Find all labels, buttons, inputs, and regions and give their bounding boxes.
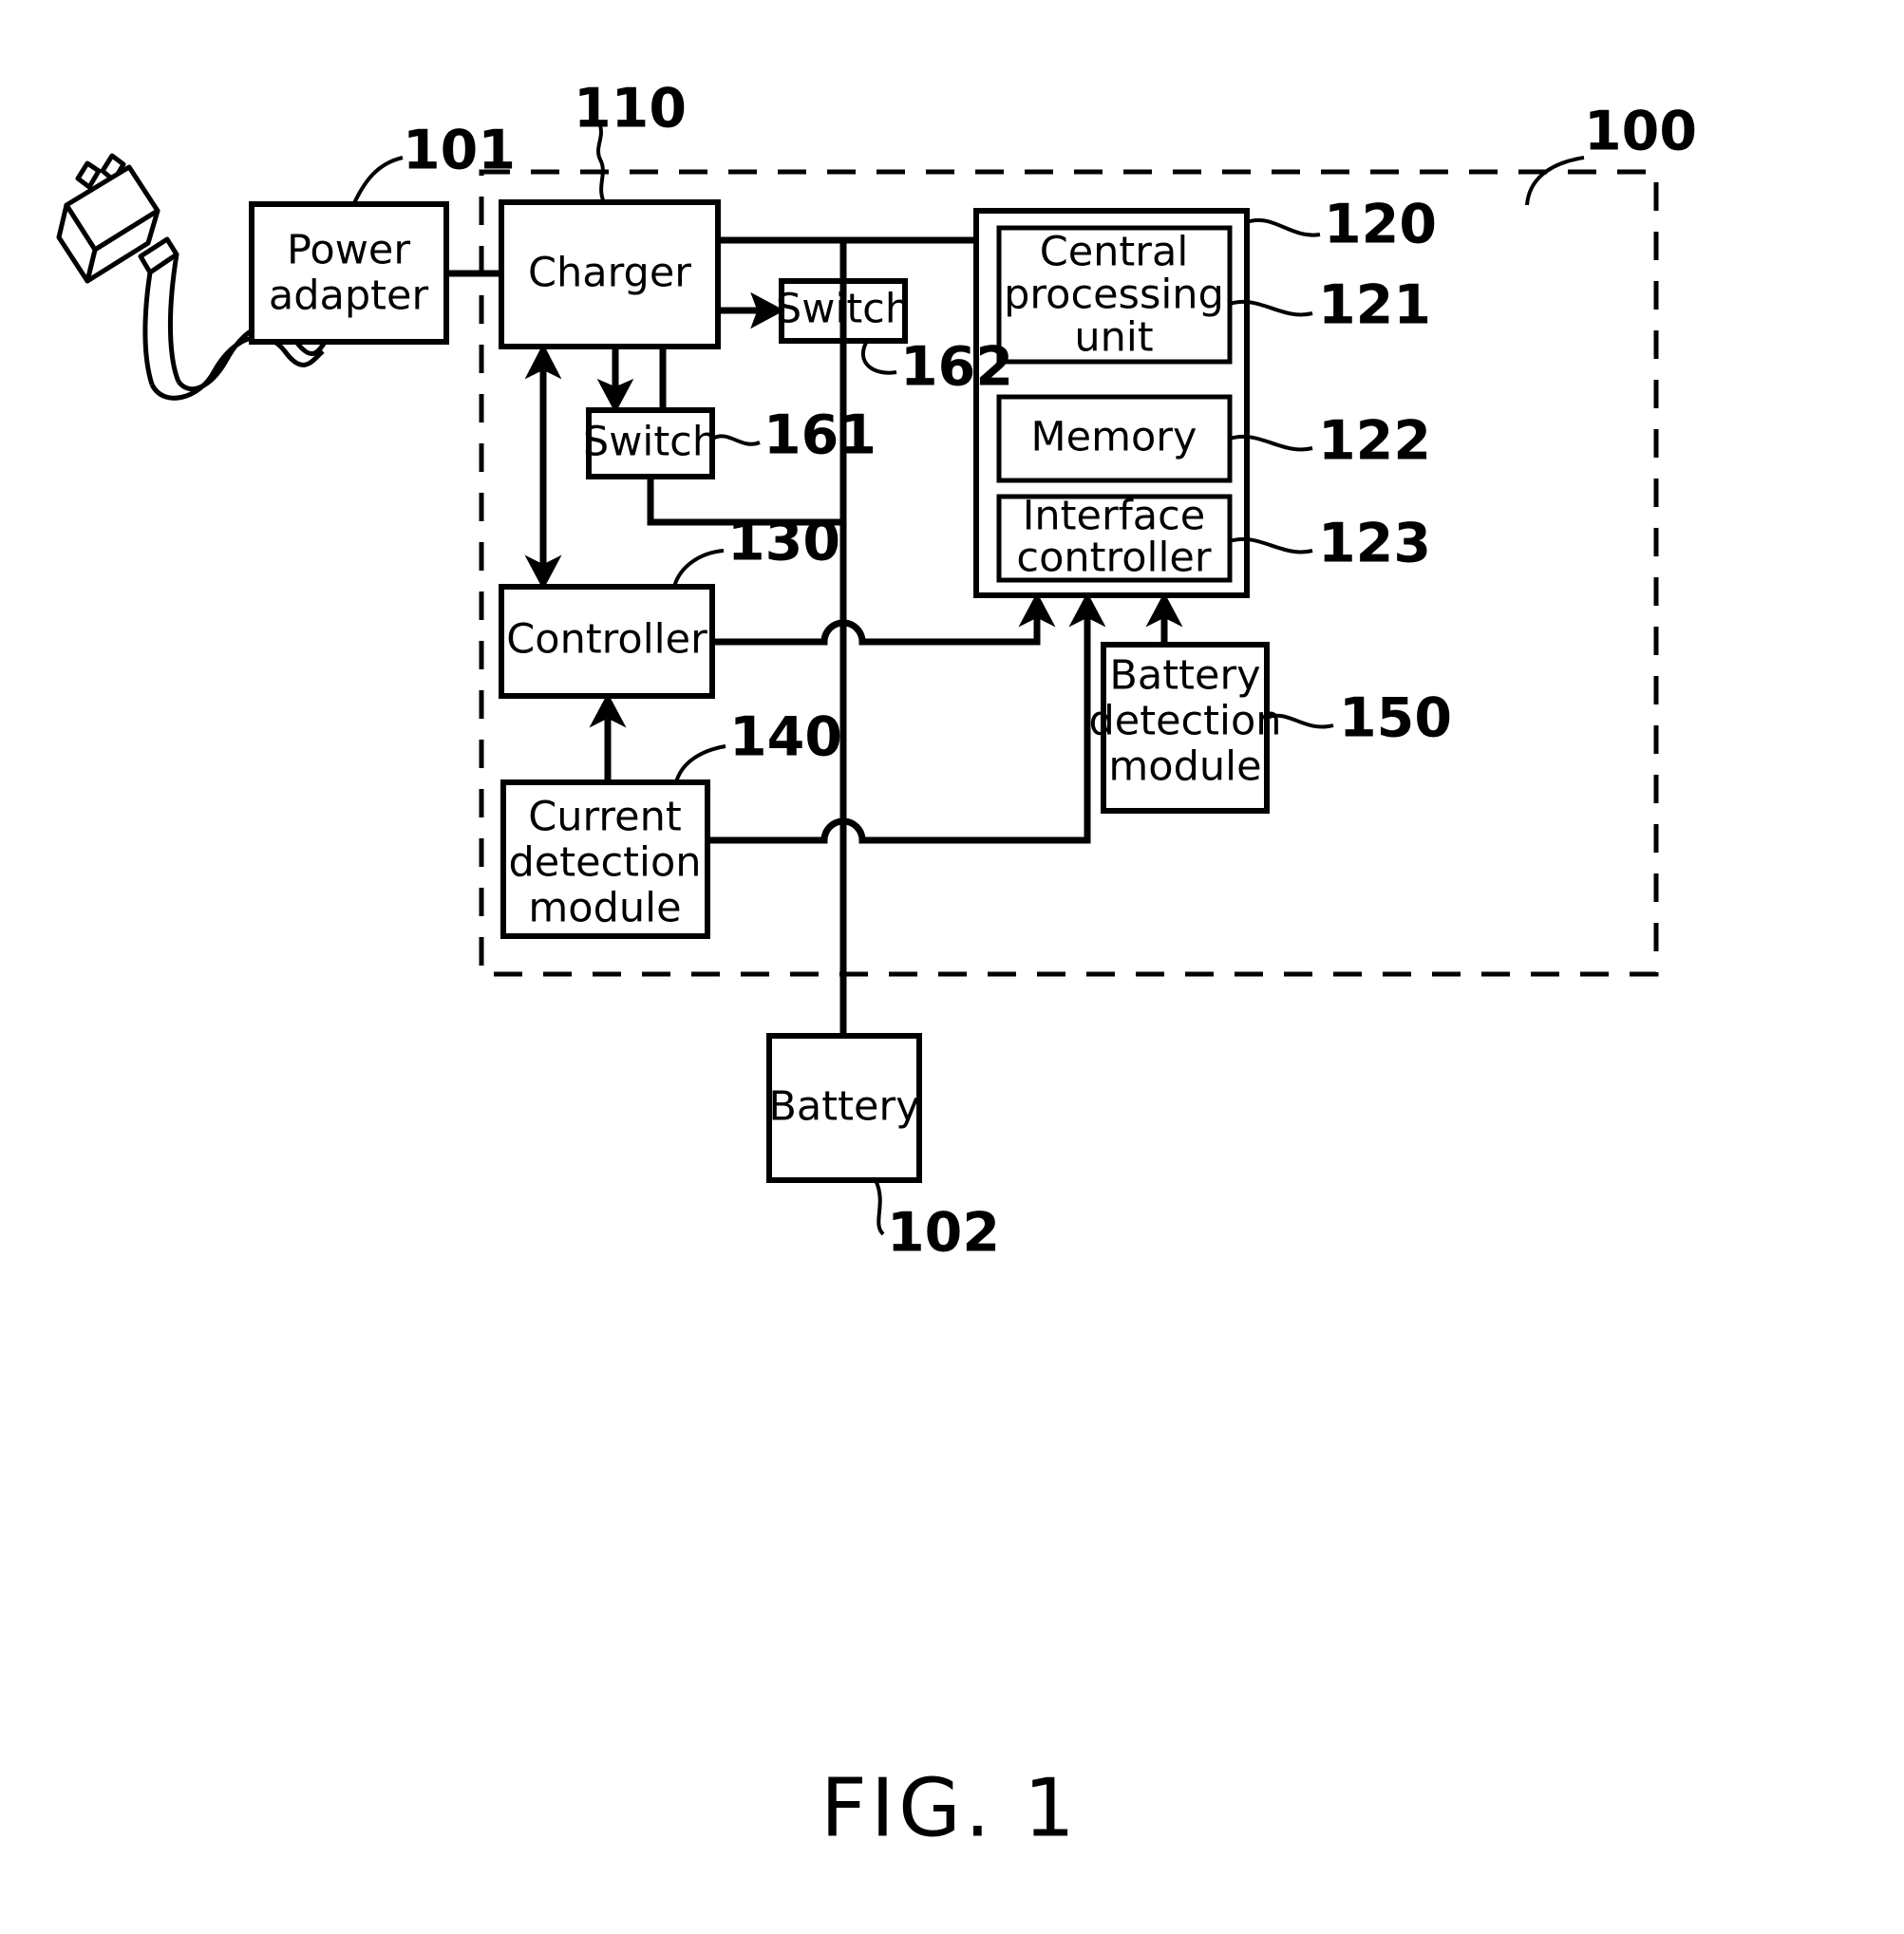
leader-130: [672, 549, 725, 588]
leader-162: [860, 340, 897, 375]
leader-101: [351, 156, 404, 206]
refnum-130: 130: [727, 511, 840, 573]
current-detection-module-label-line2: detection: [508, 839, 701, 887]
power-adapter-label-line1: Power: [287, 227, 410, 274]
refnum-162: 162: [900, 336, 1013, 399]
refnum-102: 102: [887, 1202, 1000, 1265]
refnum-150: 150: [1339, 687, 1452, 750]
refnum-140: 140: [729, 706, 842, 769]
cpu-label-line1: Central: [1040, 229, 1189, 276]
battery-detection-module-label-line3: module: [1108, 743, 1261, 791]
battery-label: Battery: [768, 1083, 919, 1131]
figure-caption: FIG. 1: [820, 1761, 1079, 1855]
patent-figure: Power adapter Charger Switch Switch Cont…: [0, 0, 1904, 1934]
refnum-121: 121: [1318, 274, 1431, 337]
refnum-100: 100: [1584, 101, 1697, 163]
power-adapter-label-line2: adapter: [269, 272, 429, 320]
current-detection-module-label-line1: Current: [528, 794, 682, 841]
refnum-101: 101: [403, 120, 516, 182]
refnum-110: 110: [574, 78, 687, 141]
refnum-120: 120: [1324, 194, 1437, 256]
wire-controller-to-interface-controller: [712, 608, 1041, 646]
current-detection-module-label-line3: module: [528, 885, 681, 932]
block-diagram-canvas: Power adapter Charger Switch Switch Cont…: [56, 78, 1697, 1855]
interface-controller-label-line1: Interface: [1023, 493, 1206, 540]
refnum-161: 161: [763, 404, 877, 467]
charger-label: Charger: [528, 250, 691, 297]
leader-140: [674, 744, 726, 783]
leader-120: [1246, 217, 1321, 237]
leader-161: [711, 434, 761, 446]
cpu-label-line3: unit: [1074, 314, 1153, 362]
refnum-122: 122: [1318, 410, 1431, 473]
cpu-label-line2: processing: [1004, 272, 1224, 319]
leader-100: [1525, 156, 1585, 206]
refnum-123: 123: [1318, 513, 1431, 575]
memory-label: Memory: [1031, 414, 1197, 461]
battery-detection-module-label-line1: Battery: [1109, 652, 1260, 700]
leader-102: [874, 1179, 885, 1236]
interface-controller-label-line2: controller: [1016, 535, 1211, 582]
switch-162-label: Switch: [776, 286, 911, 333]
controller-label: Controller: [506, 616, 707, 664]
battery-detection-module-label-line2: detection: [1088, 698, 1281, 745]
switch-161-label: Switch: [583, 419, 718, 466]
ac-power-plug-icon: [56, 153, 179, 284]
